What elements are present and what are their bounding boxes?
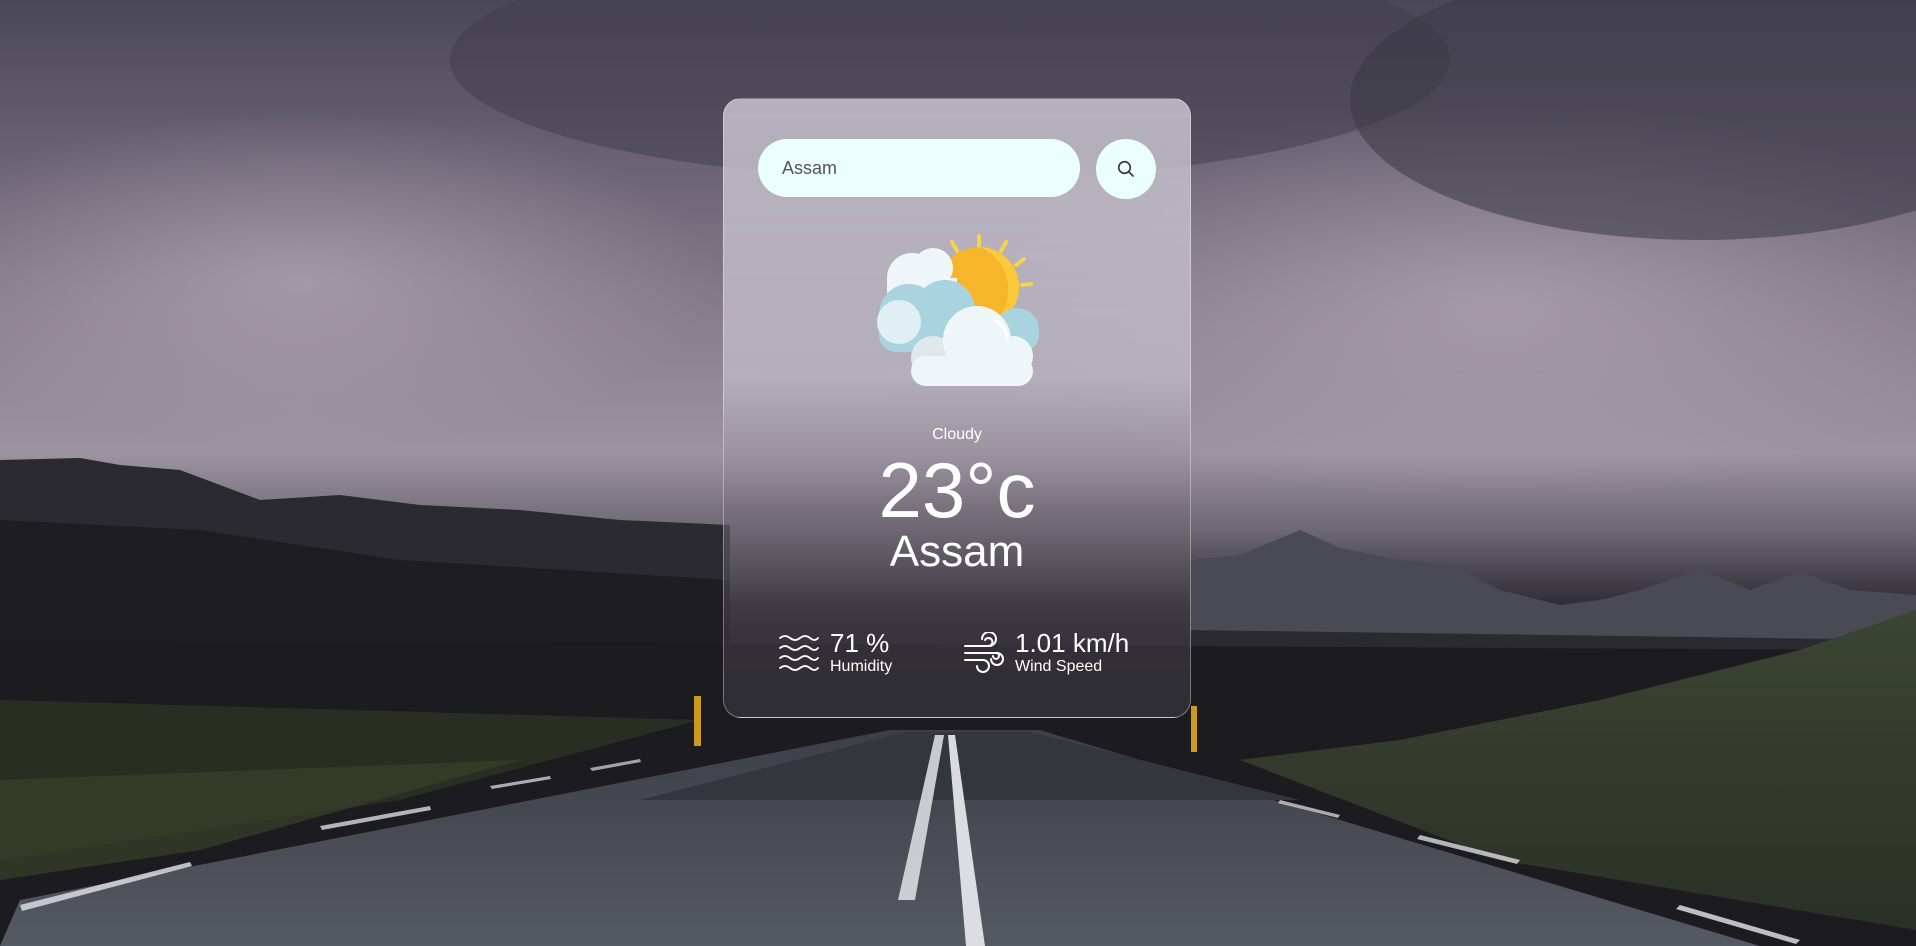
partly-cloudy-sun-icon <box>867 230 1049 390</box>
search-input[interactable] <box>758 139 1080 197</box>
weather-condition: Cloudy <box>932 426 982 443</box>
temperature: 23°c <box>878 446 1036 534</box>
city-name: Assam <box>889 527 1025 576</box>
humidity-value: 71 % <box>830 628 890 658</box>
wind-speed-label: Wind Speed <box>1015 658 1103 675</box>
humidity-label: Humidity <box>830 658 893 675</box>
humidity-waves-icon <box>778 633 820 673</box>
search-icon <box>1116 159 1136 179</box>
weather-card: Cloudy 23°c Assam 71 % Humidity <box>723 98 1191 718</box>
search-button[interactable] <box>1096 139 1156 199</box>
wind-speed-value: 1.01 km/h <box>1015 628 1130 658</box>
wind-icon <box>963 632 1005 674</box>
wind-stat: 1.01 km/h Wind Speed <box>963 629 1129 677</box>
humidity-stat: 71 % Humidity <box>778 629 892 677</box>
